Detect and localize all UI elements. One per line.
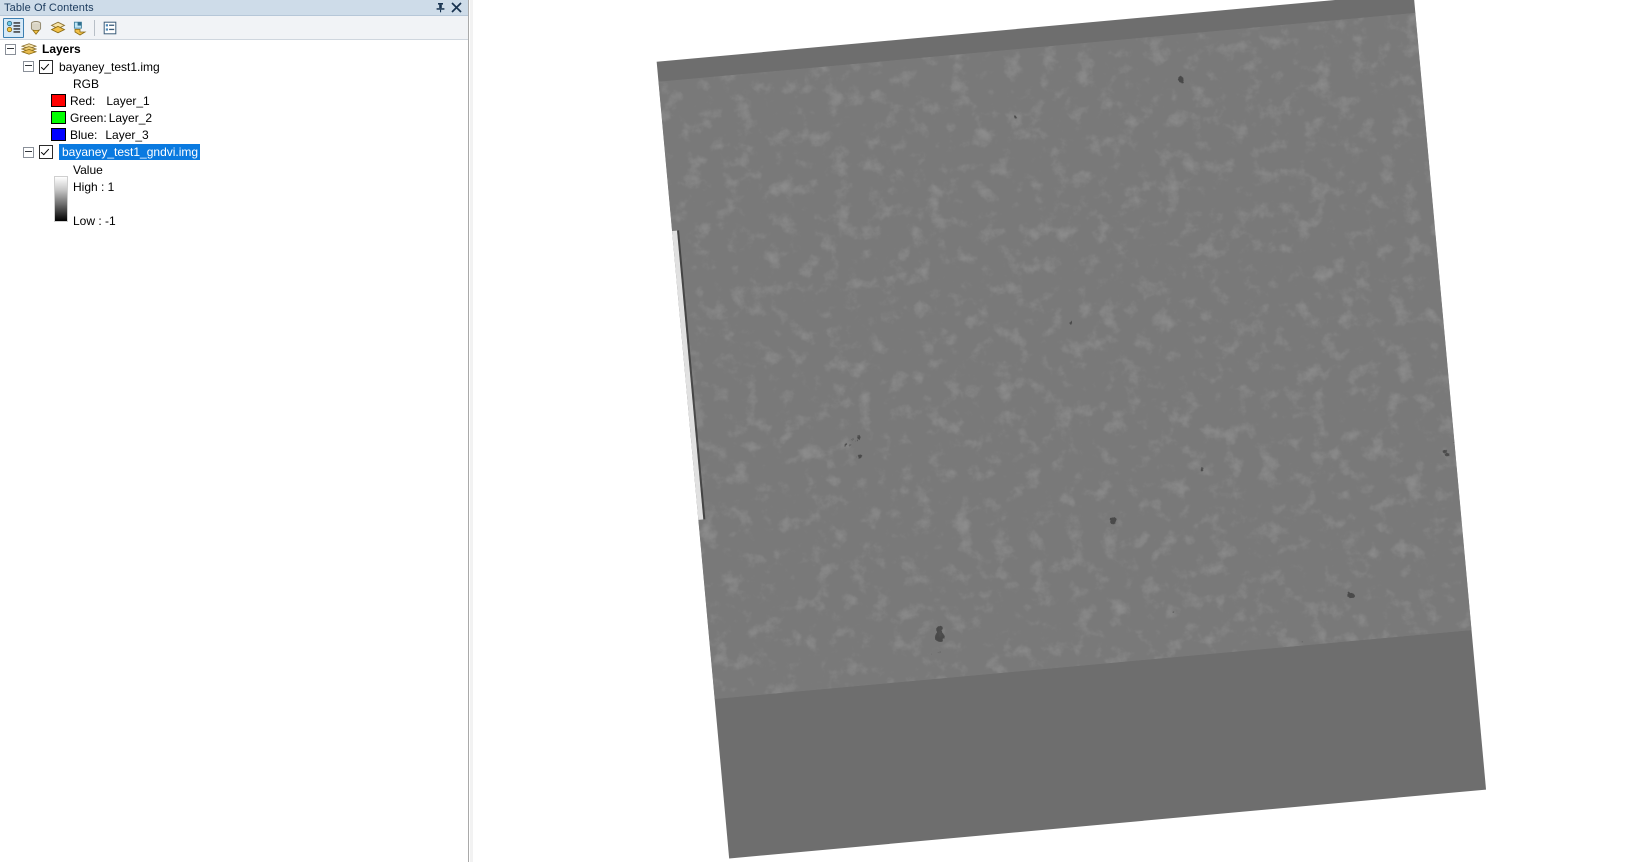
red-band-swatch[interactable] (51, 94, 66, 107)
tree-row-layer-bayaney-test1[interactable]: bayaney_test1.img (0, 58, 462, 75)
list-by-visibility-button[interactable] (47, 18, 68, 38)
expander-layers-root[interactable] (5, 43, 16, 55)
color-ramp-swatch[interactable] (54, 176, 68, 222)
options-button[interactable] (99, 18, 120, 38)
map-raster-display (656, 0, 1487, 859)
list-by-selection-button[interactable] (69, 18, 90, 38)
list-by-source-button[interactable] (25, 18, 46, 38)
tree-row-symbology-value: Value (0, 161, 462, 178)
green-band-swatch[interactable] (51, 111, 66, 124)
tree-row-layers-root[interactable]: Layers (0, 40, 462, 58)
symbology-value-label: Value (73, 162, 103, 177)
rgb-renderer-label: RGB (73, 76, 100, 91)
visibility-checkbox-bayaney-test1-gndvi[interactable] (39, 145, 53, 159)
layer-tree[interactable]: Layers bayaney_test1.img RGB Red: Layer_… (0, 40, 462, 862)
layers-stack-icon (50, 21, 65, 33)
expander-bayaney-test1[interactable] (23, 61, 34, 72)
toc-title-label: Table Of Contents (4, 1, 94, 14)
blue-band-channel-label: Blue: (70, 127, 98, 142)
dock-splitter-track (470, 0, 473, 862)
drawing-order-icon (6, 20, 20, 33)
layers-icon (20, 42, 38, 56)
green-band-channel-label: Green: (70, 110, 107, 125)
tree-row-layer-bayaney-test1-gndvi[interactable]: bayaney_test1_gndvi.img (0, 143, 462, 161)
layers-root-label: Layers (42, 42, 81, 56)
red-band-name-label: Layer_1 (106, 93, 150, 108)
layer-label-bayaney-test1: bayaney_test1.img (59, 59, 160, 74)
selection-icon (73, 21, 86, 35)
arcmap-window: Table Of Contents Layers bayaney_test1.i… (0, 0, 1650, 862)
tree-row-band-green[interactable]: Green: Layer_2 (0, 109, 462, 126)
map-canvas[interactable] (474, 0, 1650, 862)
tree-row-ramp-low: Low : -1 (0, 212, 462, 229)
toc-toolbar (0, 16, 468, 40)
toc-title-bar: Table Of Contents (0, 0, 468, 16)
blue-band-swatch[interactable] (51, 128, 66, 141)
list-by-drawing-order-button[interactable] (3, 17, 24, 38)
pin-icon[interactable] (434, 1, 447, 14)
tree-row-band-blue[interactable]: Blue: Layer_3 (0, 126, 462, 143)
gndvi-raster-footprint (658, 12, 1472, 700)
green-band-name-label: Layer_2 (108, 110, 153, 125)
ramp-spacer (0, 195, 462, 212)
tree-row-ramp-high: High : 1 (0, 178, 462, 195)
close-icon[interactable] (450, 1, 463, 14)
layer-label-bayaney-test1-gndvi[interactable]: bayaney_test1_gndvi.img (59, 144, 201, 160)
table-of-contents-panel: Table Of Contents Layers bayaney_test1.i… (0, 0, 468, 862)
tree-row-band-red[interactable]: Red: Layer_1 (0, 92, 462, 109)
blue-band-name-label: Layer_3 (105, 127, 149, 142)
ramp-low-label: Low : -1 (73, 213, 116, 228)
ramp-high-label: High : 1 (73, 179, 115, 194)
red-band-channel-label: Red: (70, 93, 96, 108)
visibility-checkbox-bayaney-test1[interactable] (39, 59, 53, 74)
database-icon (30, 20, 41, 35)
toolbar-separator (94, 19, 95, 36)
options-list-icon (103, 21, 116, 34)
expander-bayaney-test1-gndvi[interactable] (23, 146, 34, 158)
tree-row-rgb-renderer: RGB (0, 75, 462, 92)
